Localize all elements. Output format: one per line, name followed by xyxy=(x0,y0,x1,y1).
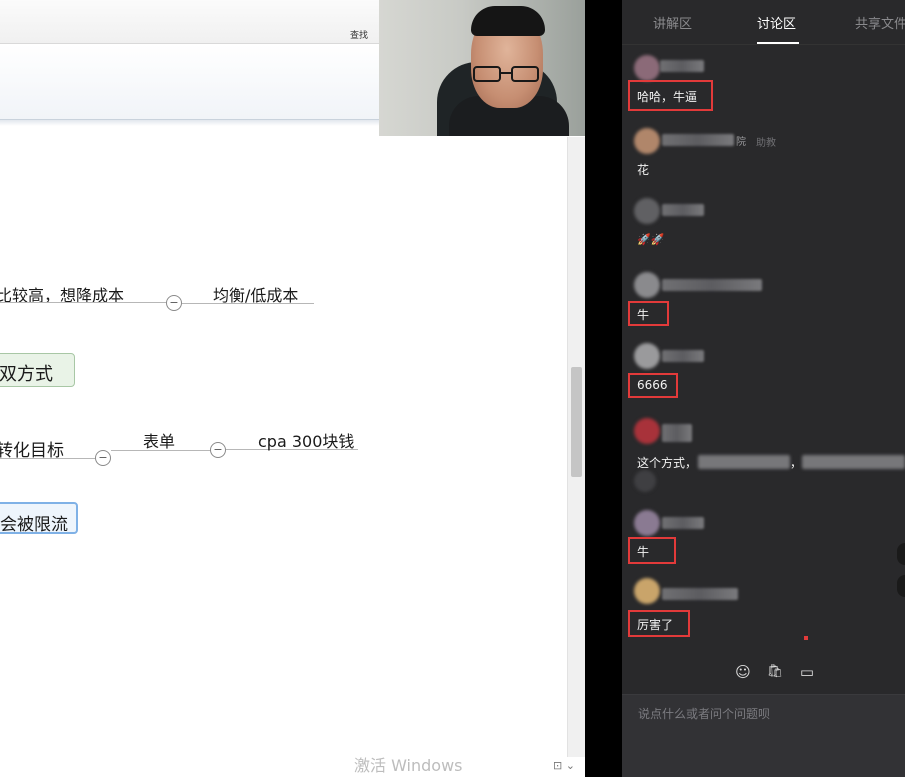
avatar xyxy=(634,55,660,81)
username-blurred xyxy=(662,588,738,600)
message-text: 厉害了 xyxy=(637,618,674,632)
message-text: 6666 xyxy=(637,378,668,392)
message-text: 🚀🚀 xyxy=(637,233,665,246)
collapse-toggle-icon[interactable]: − xyxy=(95,450,111,466)
bag-icon[interactable]: 🛍 xyxy=(765,662,785,682)
avatar xyxy=(634,343,660,369)
avatar xyxy=(634,578,660,604)
username-blurred xyxy=(662,350,704,362)
chat-toolbar: ☺ 🛍 ▭ xyxy=(622,662,905,686)
username-blurred xyxy=(662,279,762,291)
avatar xyxy=(634,418,660,444)
message-text-separator: ， xyxy=(790,456,803,470)
username-blurred xyxy=(662,204,704,216)
collapse-toggle-icon[interactable]: − xyxy=(210,442,226,458)
windows-activation-watermark: 激活 Windows xyxy=(354,756,463,775)
blurred-text xyxy=(698,455,790,469)
message-text: 哈哈，牛逼 xyxy=(637,90,698,104)
chat-input-area xyxy=(622,694,905,777)
tab-shared-files[interactable]: 共享文件 xyxy=(855,13,905,32)
username-blurred xyxy=(662,134,734,146)
mindmap-node-throttled-label: 会被限流 xyxy=(0,515,68,535)
mindmap-node-form[interactable]: 表单 xyxy=(143,428,175,452)
message-text: 花 xyxy=(637,163,650,177)
find-label[interactable]: 查找 xyxy=(350,28,368,41)
vertical-scrollbar[interactable] xyxy=(567,137,585,757)
chat-tabs: 讲解区 讨论区 共享文件 xyxy=(622,0,905,45)
panel-divider xyxy=(585,0,622,777)
message-text: 牛 xyxy=(637,308,650,322)
mindmap-node-method[interactable]: 双方式 xyxy=(0,353,75,387)
message-text: 牛 xyxy=(637,545,650,559)
mindmap-node-balanced-low-cost[interactable]: 均衡/低成本 xyxy=(213,282,298,306)
tab-lecture[interactable]: 讲解区 xyxy=(653,13,692,32)
avatar xyxy=(634,470,656,492)
avatar xyxy=(634,128,660,154)
avatar xyxy=(634,510,660,536)
name-suffix: 院 xyxy=(736,137,746,148)
presenter-webcam xyxy=(379,0,585,136)
chat-panel: 讲解区 讨论区 共享文件 哈哈，牛逼 院 助教 花 🚀🚀 牛 6666 这个方式… xyxy=(622,0,905,777)
highlight-box xyxy=(628,537,676,564)
collapse-toggle-icon[interactable]: − xyxy=(166,295,182,311)
status-corner-icons[interactable]: ⊡ ⌄ xyxy=(553,759,583,775)
card-icon[interactable]: ▭ xyxy=(797,662,817,682)
chat-input[interactable] xyxy=(636,703,891,725)
scrollbar-thumb[interactable] xyxy=(571,367,582,477)
glasses xyxy=(473,66,541,84)
username-blurred xyxy=(662,424,692,442)
tab-discussion[interactable]: 讨论区 xyxy=(757,13,796,32)
active-tab-indicator xyxy=(757,42,799,44)
side-tab[interactable] xyxy=(897,575,905,597)
mindmap-node-cpa[interactable]: cpa 300块钱 xyxy=(258,428,354,452)
avatar xyxy=(634,198,660,224)
red-dot-marker xyxy=(804,636,808,640)
mindmap-node-throttled[interactable]: 会被限流 xyxy=(0,502,78,535)
emoji-icon[interactable]: ☺ xyxy=(733,662,753,682)
avatar xyxy=(634,272,660,298)
mindmap-connector xyxy=(0,302,166,303)
mindmap-connector xyxy=(0,458,96,459)
app-root: 查找 比较高，想降成本 − 均衡/低成本 双方式 转化目标 − 表单 − cpa… xyxy=(0,0,905,777)
mindmap-node-method-label: 双方式 xyxy=(0,364,53,385)
username-blurred xyxy=(660,60,704,72)
username-blurred xyxy=(662,517,704,529)
blurred-text xyxy=(802,455,905,469)
role-badge: 助教 xyxy=(756,138,776,149)
message-text: 这个方式， xyxy=(637,456,698,470)
side-tab[interactable] xyxy=(897,543,905,565)
shared-screen: 查找 比较高，想降成本 − 均衡/低成本 双方式 转化目标 − 表单 − cpa… xyxy=(0,0,585,777)
